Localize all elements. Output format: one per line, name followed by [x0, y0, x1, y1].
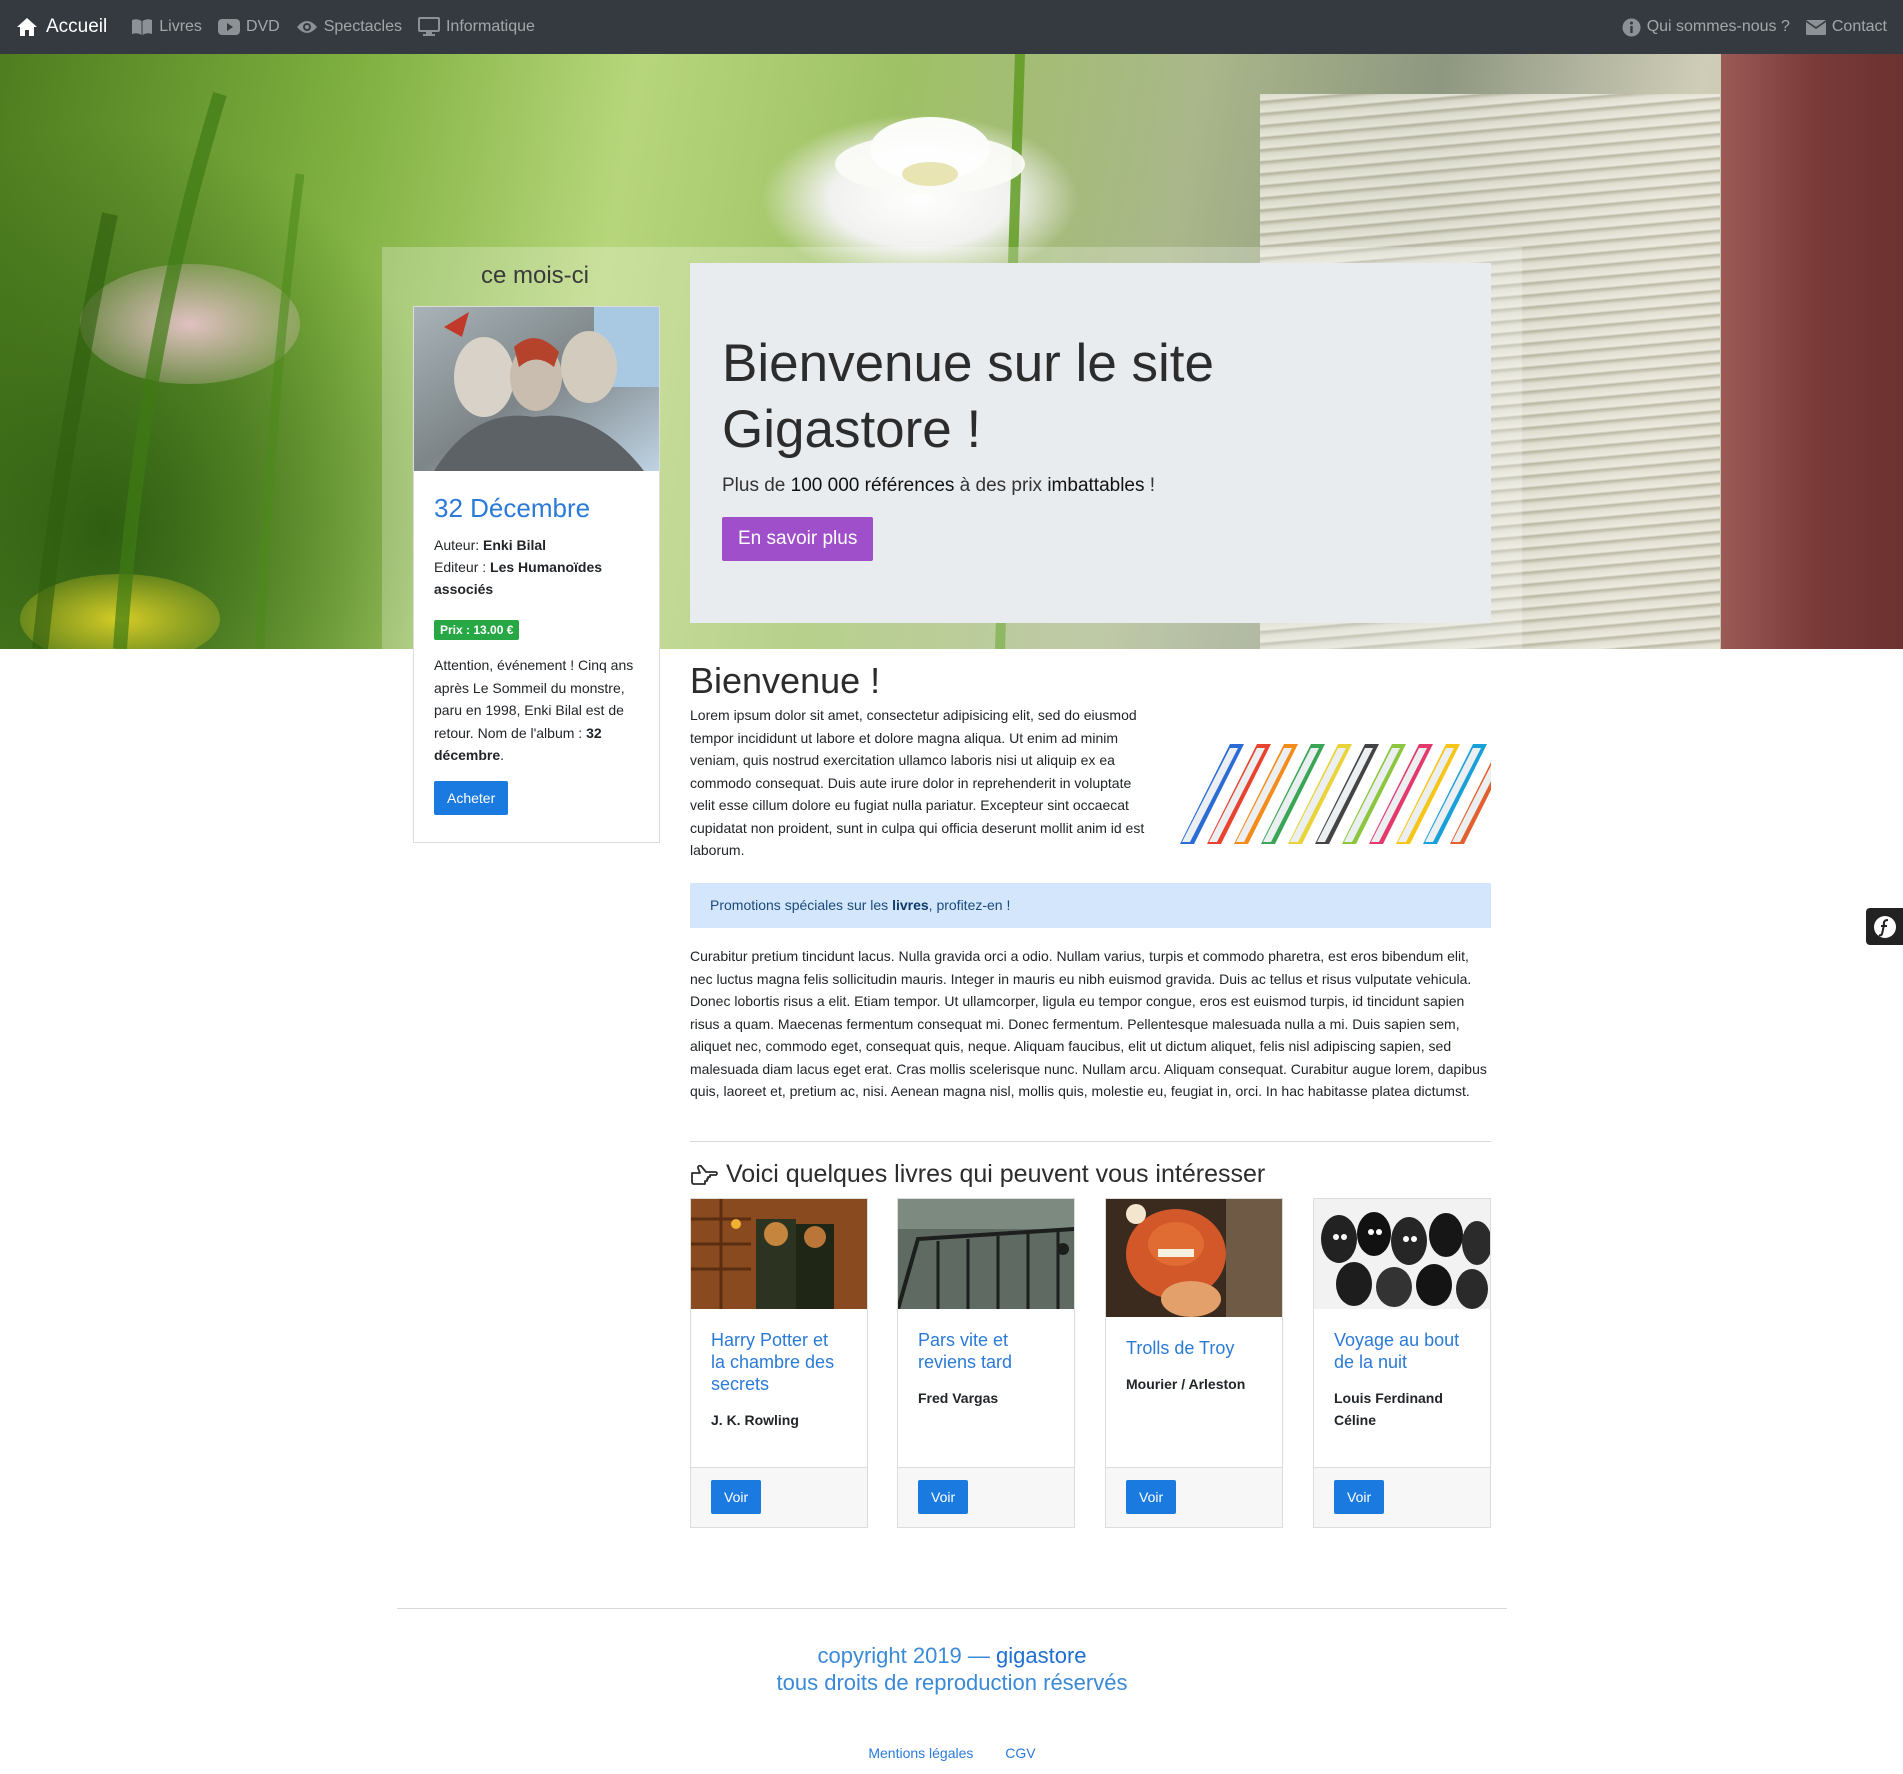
book-title[interactable]: Voyage au bout de la nuit: [1334, 1329, 1470, 1373]
footer-brand: gigastore: [996, 1643, 1087, 1668]
nav-item-label: Informatique: [445, 18, 535, 35]
book-card-footer: Voir: [898, 1467, 1074, 1527]
promo-alert-link[interactable]: livres: [892, 897, 929, 913]
book-card-body: Harry Potter et la chambre des secrets J…: [691, 1309, 867, 1431]
nav-item-informatique[interactable]: Informatique: [417, 17, 535, 37]
buy-button[interactable]: Acheter: [434, 780, 509, 815]
book-author: Mourier / Arleston: [1126, 1376, 1246, 1392]
view-book-button[interactable]: Voir: [1126, 1480, 1177, 1514]
eye-icon: [296, 19, 318, 35]
book-card-body: Voyage au bout de la nuit Louis Ferdinan…: [1314, 1309, 1490, 1431]
nav-right-group: Qui sommes-nous ? Contact: [1606, 18, 1887, 37]
legal-notice-link[interactable]: Mentions légales: [868, 1745, 973, 1761]
hand-pointer-icon: [690, 1164, 718, 1186]
nav-brand-label: Accueil: [46, 16, 108, 37]
nav-item-label: Qui sommes-nous ?: [1646, 18, 1790, 35]
symfony-toolbar-toggle[interactable]: [1866, 908, 1903, 945]
book-title[interactable]: Harry Potter et la chambre des secrets: [711, 1329, 847, 1395]
symfony-logo-icon: [1873, 915, 1897, 939]
play-icon: [217, 19, 240, 35]
top-navbar: Accueil Livres DVD Spectacles Informatiq…: [0, 0, 1903, 54]
nav-item-contact[interactable]: Contact: [1805, 18, 1887, 36]
nav-item-label: DVD: [245, 18, 280, 35]
promo-alert: Promotions spéciales sur les livres, pro…: [690, 883, 1491, 928]
view-book-button[interactable]: Voir: [918, 1480, 969, 1514]
footer-divider: [397, 1608, 1507, 1609]
book-card-footer: Voir: [691, 1467, 867, 1527]
hero-title: Bienvenue sur le site Gigastore !: [722, 331, 1459, 463]
book-author: Fred Vargas: [918, 1390, 999, 1406]
nav-item-livres[interactable]: Livres: [131, 18, 202, 36]
secondary-paragraph: Curabitur pretium tincidunt lacus. Nulla…: [690, 948, 1487, 1099]
book-thumbnail[interactable]: [691, 1199, 867, 1309]
suggestions-heading: Voici quelques livres qui peuvent vous i…: [690, 1160, 1491, 1189]
featured-book-cover[interactable]: [414, 307, 659, 471]
book-card-body: Pars vite et reviens tard Fred Vargas: [898, 1309, 1074, 1409]
featured-book-description: Attention, événement ! Cinq ans après Le…: [434, 657, 634, 763]
intro-paragraph: Lorem ipsum dolor sit amet, consectetur …: [690, 707, 1145, 858]
book-card-body: Trolls de Troy Mourier / Arleston: [1106, 1317, 1282, 1395]
home-icon: [16, 17, 38, 37]
nav-item-label: Livres: [159, 18, 202, 35]
book-card-footer: Voir: [1314, 1467, 1490, 1527]
footer-links: Mentions légales CGV: [397, 1745, 1507, 1761]
book-author: J. K. Rowling: [711, 1412, 799, 1428]
intro-section: Lorem ipsum dolor sit amet, consectetur …: [690, 704, 1491, 874]
welcome-jumbotron: Bienvenue sur le site Gigastore ! Plus d…: [690, 263, 1491, 623]
suggestions-heading-label: Voici quelques livres qui peuvent vous i…: [726, 1160, 1266, 1188]
nav-item-about[interactable]: Qui sommes-nous ?: [1622, 18, 1790, 37]
book-card: Pars vite et reviens tard Fred Vargas Vo…: [897, 1198, 1075, 1528]
main-content: Bienvenue ! Lorem ipsum dolor sit amet, …: [690, 650, 1491, 874]
book-title[interactable]: Trolls de Troy: [1126, 1337, 1262, 1359]
hero-title-line1: Bienvenue sur le site: [722, 334, 1215, 393]
envelope-icon: [1805, 19, 1826, 35]
nav-item-label: Spectacles: [323, 18, 402, 35]
nav-item-dvd[interactable]: DVD: [217, 18, 280, 36]
book-thumbnail[interactable]: [1106, 1199, 1282, 1317]
book-thumbnail[interactable]: [1314, 1199, 1490, 1309]
info-circle-icon: [1622, 18, 1641, 37]
nav-item-label: Contact: [1831, 18, 1887, 35]
section-divider: [690, 1141, 1491, 1142]
welcome-heading: Bienvenue !: [690, 660, 881, 701]
learn-more-button[interactable]: En savoir plus: [722, 517, 874, 561]
books-stack-image: [1170, 704, 1491, 854]
desktop-icon: [417, 17, 440, 37]
featured-book-body: 32 Décembre Auteur: Enki Bilal Editeur :…: [414, 471, 659, 815]
footer-copyright: copyright 2019 — gigastore tous droits d…: [776, 1643, 1128, 1695]
hero-lead: Plus de 100 000 références à des prix im…: [722, 475, 1156, 496]
nav-item-spectacles[interactable]: Spectacles: [296, 18, 402, 36]
cgv-link[interactable]: CGV: [1005, 1745, 1035, 1761]
book-title[interactable]: Pars vite et reviens tard: [918, 1329, 1054, 1373]
featured-book-author: Enki Bilal: [483, 537, 547, 553]
view-book-button[interactable]: Voir: [711, 1480, 762, 1514]
book-author: Louis Ferdinand Céline: [1334, 1390, 1443, 1428]
book-thumbnail[interactable]: [898, 1199, 1074, 1309]
nav-home-link[interactable]: Accueil: [16, 16, 107, 38]
book-card: Harry Potter et la chambre des secrets J…: [690, 1198, 868, 1528]
featured-book-meta: Auteur: Enki Bilal Editeur : Les Humanoï…: [434, 537, 603, 597]
hero-title-line2: Gigastore !: [722, 400, 982, 459]
price-badge: Prix : 13.00 €: [434, 620, 520, 640]
footer-rights: tous droits de reproduction réservés: [776, 1670, 1128, 1695]
book-card: Trolls de Troy Mourier / Arleston Voir: [1105, 1198, 1283, 1528]
view-book-button[interactable]: Voir: [1334, 1480, 1385, 1514]
book-card-footer: Voir: [1106, 1467, 1282, 1527]
book-card: Voyage au bout de la nuit Louis Ferdinan…: [1313, 1198, 1491, 1528]
book-open-icon: [131, 18, 153, 36]
featured-book-title[interactable]: 32 Décembre: [434, 493, 639, 524]
featured-book-card: 32 Décembre Auteur: Enki Bilal Editeur :…: [413, 306, 660, 843]
month-title: ce mois-ci: [480, 262, 589, 289]
